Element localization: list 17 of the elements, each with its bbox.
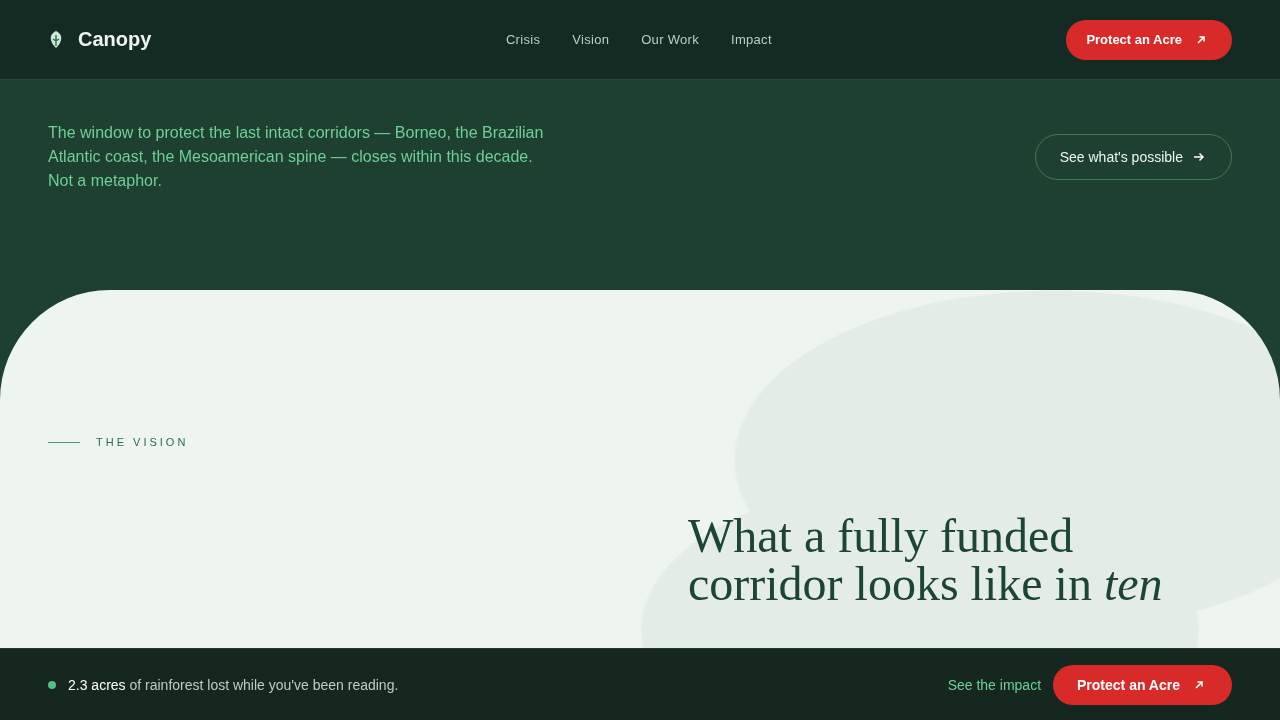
- loss-counter-text: 2.3 acres of rainforest lost while you've been reading.: [68, 676, 399, 693]
- arrow-icon: [1194, 679, 1204, 690]
- protect-acre-button[interactable]: Protect an Acre: [1066, 19, 1232, 60]
- nav-link[interactable]: Impact: [731, 32, 772, 47]
- nav-link[interactable]: Vision: [572, 32, 610, 47]
- brand-name[interactable]: Canopy: [78, 28, 152, 51]
- nav-link[interactable]: Crisis: [505, 32, 541, 47]
- hero-text: The window to protect the last intact corridors — Borneo, the Brazilian Atlantic coast, the Mesoamerican spine — closes within this decade. Not a metaphor.: [48, 123, 545, 191]
- see-impact-link[interactable]: See the impact: [947, 676, 1042, 693]
- section-heading: What a fully funded corridor looks like in ten: [688, 512, 1164, 608]
- arrow-icon: [1196, 34, 1206, 45]
- live-dot-icon: [48, 680, 56, 689]
- section-eyebrow: THE VISION: [96, 436, 189, 448]
- arrow-icon: [1193, 151, 1205, 163]
- tree-logo-icon: [48, 29, 64, 50]
- nav-link[interactable]: Our Work: [641, 32, 699, 47]
- protect-acre-button[interactable]: Protect an Acre: [1053, 664, 1232, 705]
